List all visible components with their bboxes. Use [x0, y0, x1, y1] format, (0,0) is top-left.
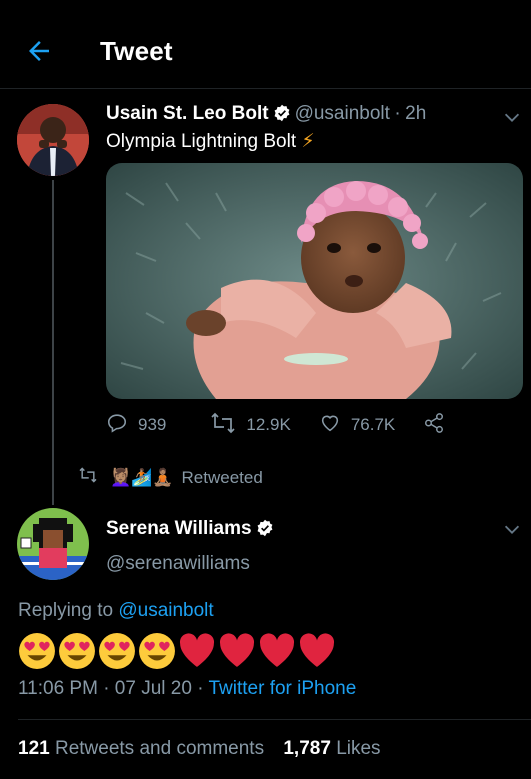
retweet-count: 12.9K	[246, 415, 291, 434]
lightning-emoji: ⚡	[301, 131, 315, 152]
reply-emoji-text	[18, 632, 336, 670]
like-count: 76.7K	[350, 415, 396, 434]
tweet-text: Olympia Lightning Bolt ⚡	[106, 130, 315, 153]
replying-handle-link[interactable]: @usainbolt	[118, 600, 213, 621]
retweet-icon	[210, 412, 236, 439]
reply-icon	[106, 412, 128, 439]
red-heart-emoji	[179, 633, 215, 667]
retweets-count: 121	[18, 738, 50, 759]
heart-eyes-emoji	[139, 633, 175, 669]
reply-author-handle[interactable]: @serenawilliams	[106, 553, 250, 575]
retweet-small-icon	[78, 467, 98, 488]
retweet-action[interactable]: 12.9K	[210, 412, 291, 439]
heart-icon	[319, 412, 341, 439]
reply-author-name[interactable]: Serena Williams	[106, 518, 252, 539]
red-heart-emoji	[259, 633, 295, 667]
replying-label: Replying to	[18, 600, 114, 621]
serena-avatar[interactable]	[17, 508, 89, 580]
reply-action[interactable]: 939	[106, 412, 166, 439]
chevron-down-icon[interactable]	[501, 518, 523, 540]
red-heart-emoji	[299, 633, 335, 667]
heart-eyes-emoji	[99, 633, 135, 669]
tweet-header: Usain St. Leo Bolt @usainbolt · 2h	[106, 103, 426, 127]
back-arrow-icon[interactable]	[24, 36, 54, 66]
share-icon	[423, 412, 445, 439]
verified-badge-icon	[256, 519, 274, 542]
author-name[interactable]: Usain St. Leo Bolt	[106, 103, 269, 124]
engagement-stats: 121 Retweets and comments 1,787 Likes	[18, 738, 381, 760]
top-bar: Tweet	[0, 0, 531, 89]
heart-eyes-emoji	[19, 633, 55, 669]
red-heart-emoji	[219, 633, 255, 667]
time-separator: ·	[394, 103, 401, 124]
tweet-actions: 939 12.9K 76.7K	[106, 410, 445, 440]
thread-line	[52, 180, 54, 505]
likes-count: 1,787	[283, 738, 331, 759]
retweets-stat[interactable]: 121 Retweets and comments	[18, 738, 264, 759]
retweeter-emojis: 💆🏽‍♀️🏄🏽🧘🏽	[110, 467, 174, 487]
author-handle[interactable]: @usainbolt	[295, 103, 390, 124]
tweet-time: 2h	[405, 103, 427, 124]
divider	[18, 719, 531, 720]
retweeted-row: 💆🏽‍♀️🏄🏽🧘🏽 Retweeted	[78, 467, 263, 488]
usain-avatar[interactable]	[17, 104, 89, 176]
reply-count: 939	[138, 415, 167, 434]
page-title: Tweet	[100, 36, 173, 66]
replying-to: Replying to @usainbolt	[18, 600, 214, 622]
retweets-label: Retweets and comments	[54, 738, 265, 759]
reply-source-link[interactable]: Twitter for iPhone	[208, 678, 356, 699]
chevron-down-icon[interactable]	[501, 106, 523, 128]
verified-badge-icon	[273, 104, 291, 127]
tweet-text-content: Olympia Lightning Bolt	[106, 131, 297, 152]
retweeted-label: Retweeted	[181, 467, 263, 487]
share-action[interactable]	[423, 412, 445, 439]
tweet-photo[interactable]	[106, 163, 523, 399]
likes-stat[interactable]: 1,787 Likes	[283, 738, 380, 759]
heart-eyes-emoji	[59, 633, 95, 669]
likes-label: Likes	[336, 738, 381, 759]
reply-timestamp: 11:06 PM · 07 Jul 20 ·	[18, 678, 204, 699]
reply-meta: 11:06 PM · 07 Jul 20 · Twitter for iPhon…	[18, 678, 356, 700]
reply-name-row: Serena Williams	[106, 518, 278, 542]
like-action[interactable]: 76.7K	[319, 412, 395, 439]
